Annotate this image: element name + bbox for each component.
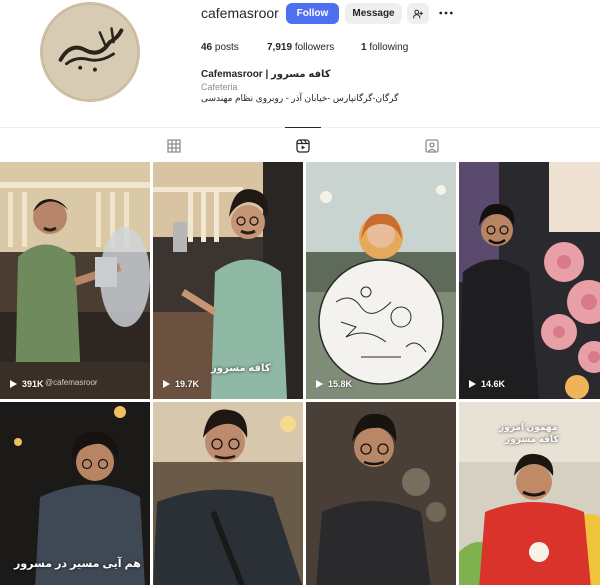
tab-reels[interactable] [285, 127, 321, 154]
reel-tile[interactable]: 15.8K [306, 162, 456, 399]
reel-views-count: 15.8K [328, 379, 353, 389]
tagged-icon [425, 139, 439, 153]
reel-thumbnail-image [153, 402, 303, 585]
more-options-button[interactable] [438, 6, 454, 20]
posts-stat: 46 posts [201, 42, 239, 53]
add-person-icon [413, 9, 423, 18]
play-icon [10, 380, 17, 388]
profile-category: Cafeteria [201, 82, 238, 92]
reel-caption: کافه مسرور [211, 363, 271, 374]
reel-caption: هم آیی مسیر در مسرور [14, 558, 141, 570]
reel-thumbnail-image [306, 162, 456, 399]
tab-tagged[interactable] [423, 138, 441, 154]
reel-thumbnail-image [0, 162, 150, 399]
suggested-accounts-button[interactable] [407, 3, 429, 24]
following-stat[interactable]: 1 following [361, 42, 408, 53]
following-count: 1 [361, 42, 367, 53]
followers-stat[interactable]: 7,919 followers [267, 42, 334, 53]
followers-count: 7,919 [267, 42, 293, 53]
reel-views-count: 14.6K [481, 379, 506, 389]
play-icon [163, 380, 170, 388]
reel-views: 15.8K [314, 379, 352, 389]
following-label: following [369, 42, 409, 53]
reel-thumbnail-image [459, 162, 600, 399]
play-icon [316, 380, 323, 388]
profile-avatar[interactable] [40, 2, 140, 102]
reel-tile[interactable]: 391K @cafemasroor [0, 162, 150, 399]
more-icon [439, 11, 453, 15]
reel-views-count: 391K [22, 379, 44, 389]
reel-thumbnail-image [306, 402, 456, 585]
follow-button[interactable]: Follow [286, 3, 339, 24]
reel-views: 391K [8, 379, 44, 389]
reel-caption-line2: کافه مسرور [505, 434, 559, 444]
reel-tile[interactable] [153, 402, 303, 585]
reel-views: 19.7K [161, 379, 199, 389]
reel-tile[interactable]: 19.7K کافه مسرور [153, 162, 303, 399]
profile-tabs [0, 127, 600, 161]
profile-bio: گرگان-گرگانپارس -خیابان آذر - روبروی نظا… [201, 93, 399, 103]
tab-posts[interactable] [165, 138, 183, 154]
cafe-logo-image [41, 3, 139, 101]
grid-icon [167, 139, 181, 153]
posts-count: 46 [201, 42, 213, 53]
reel-views: 14.6K [467, 379, 505, 389]
followers-label: followers [294, 42, 335, 53]
reel-caption-line1: مهمون امروز [499, 422, 558, 432]
reel-watermark: @cafemasroor [45, 378, 98, 387]
play-icon [469, 380, 476, 388]
reel-tile[interactable]: مهمون امروز کافه مسرور [459, 402, 600, 585]
reels-icon [296, 139, 310, 153]
reel-tile[interactable]: هم آیی مسیر در مسرور [0, 402, 150, 585]
posts-label: posts [214, 42, 239, 53]
reel-tile[interactable]: 14.6K [459, 162, 600, 399]
profile-username: cafemasroor [201, 5, 279, 21]
reel-views-count: 19.7K [175, 379, 200, 389]
reel-tile[interactable] [306, 402, 456, 585]
message-button[interactable]: Message [345, 3, 402, 24]
profile-full-name: Cafemasroor | کافه مسرور [201, 69, 331, 80]
reels-grid: 391K @cafemasroor 19.7K کافه مسرور 15.8K… [0, 162, 600, 585]
